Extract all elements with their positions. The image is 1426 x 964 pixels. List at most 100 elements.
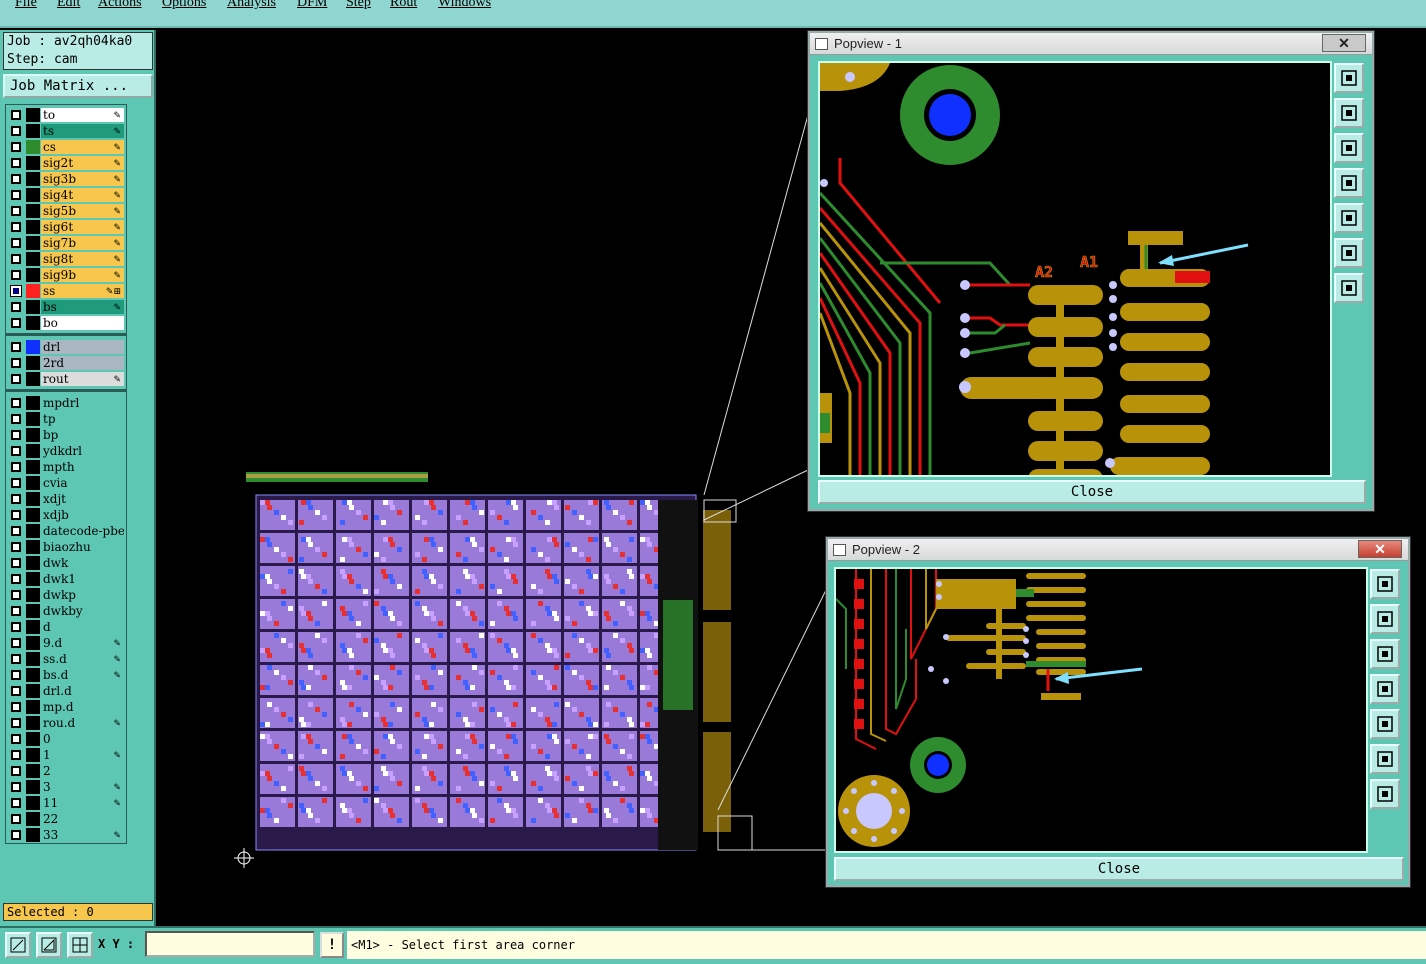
layer-checkbox[interactable] — [11, 374, 21, 384]
layer-color-swatch[interactable] — [26, 188, 40, 202]
layer-color-swatch[interactable] — [26, 796, 40, 810]
layer-color-swatch[interactable] — [26, 636, 40, 650]
layer-color-swatch[interactable] — [26, 604, 40, 618]
layer-row-1[interactable]: 1 ✎ — [6, 747, 126, 763]
layer-color-swatch[interactable] — [26, 668, 40, 682]
layer-row-dwk1[interactable]: dwk1 — [6, 571, 126, 587]
layer-checkbox[interactable] — [11, 462, 21, 472]
layer-color-swatch[interactable] — [26, 588, 40, 602]
pan-down-button[interactable] — [1370, 639, 1400, 669]
layer-row-22[interactable]: 22 — [6, 811, 126, 827]
layer-checkbox[interactable] — [11, 542, 21, 552]
layer-row-biaozhu[interactable]: biaozhu — [6, 539, 126, 555]
layer-row-11[interactable]: 11 ✎ — [6, 795, 126, 811]
layer-name[interactable]: 3 ✎ — [41, 780, 124, 794]
layer-name[interactable]: sig6t ✎ — [41, 220, 124, 234]
layer-color-swatch[interactable] — [26, 204, 40, 218]
layer-row-mpth[interactable]: mpth — [6, 459, 126, 475]
layer-color-swatch[interactable] — [26, 652, 40, 666]
layer-name[interactable]: rout ✎ — [41, 372, 124, 386]
layer-color-swatch[interactable] — [26, 172, 40, 186]
layer-checkbox[interactable] — [11, 142, 21, 152]
layer-row-drl[interactable]: drl — [6, 339, 126, 355]
menu-actions[interactable]: Actions — [98, 0, 142, 11]
layer-color-swatch[interactable] — [26, 572, 40, 586]
layer-row-bo[interactable]: bo — [6, 315, 126, 331]
layer-name[interactable]: sig3b ✎ — [41, 172, 124, 186]
layer-name[interactable]: ydkdrl — [41, 444, 124, 458]
layer-row-sig4t[interactable]: sig4t ✎ — [6, 187, 126, 203]
layer-row-ts[interactable]: ts ✎ — [6, 123, 126, 139]
menu-step[interactable]: Step — [346, 0, 371, 11]
layer-color-swatch[interactable] — [26, 156, 40, 170]
layer-row-sig6t[interactable]: sig6t ✎ — [6, 219, 126, 235]
layer-checkbox[interactable] — [11, 174, 21, 184]
layer-name[interactable]: to ✎ — [41, 108, 124, 122]
layer-row-rout[interactable]: rout ✎ — [6, 371, 126, 387]
menu-analysis[interactable]: Analysis — [227, 0, 276, 11]
popview-1-close-icon[interactable]: ✕ — [1322, 34, 1366, 52]
layer-checkbox[interactable] — [11, 606, 21, 616]
layer-color-swatch[interactable] — [26, 372, 40, 386]
layer-row-sig3b[interactable]: sig3b ✎ — [6, 171, 126, 187]
layer-row-sig2t[interactable]: sig2t ✎ — [6, 155, 126, 171]
menu-rout[interactable]: Rout — [390, 0, 417, 11]
layer-row-dwk[interactable]: dwk — [6, 555, 126, 571]
layer-checkbox[interactable] — [11, 702, 21, 712]
layer-checkbox[interactable] — [11, 734, 21, 744]
layer-name[interactable]: sig2t ✎ — [41, 156, 124, 170]
layer-row-bp[interactable]: bp — [6, 427, 126, 443]
layer-color-swatch[interactable] — [26, 476, 40, 490]
layer-row-bs[interactable]: bs ✎ — [6, 299, 126, 315]
layer-color-swatch[interactable] — [26, 764, 40, 778]
popview-2-close-icon[interactable]: ✕ — [1358, 540, 1402, 558]
layer-row-to[interactable]: to ✎ — [6, 107, 126, 123]
zoom-home-button[interactable] — [1370, 569, 1400, 599]
layer-name[interactable]: dwkp — [41, 588, 124, 602]
layer-name[interactable]: 2 — [41, 764, 124, 778]
layer-checkbox[interactable] — [11, 238, 21, 248]
layer-row-dwkp[interactable]: dwkp — [6, 587, 126, 603]
layer-name[interactable]: mp.d — [41, 700, 124, 714]
layer-name[interactable]: 1 ✎ — [41, 748, 124, 762]
layer-color-swatch[interactable] — [26, 140, 40, 154]
layer-name[interactable]: 0 — [41, 732, 124, 746]
layer-row-datecode-pbe[interactable]: datecode-pbe — [6, 523, 126, 539]
layer-checkbox[interactable] — [11, 782, 21, 792]
layer-color-swatch[interactable] — [26, 396, 40, 410]
pan-right-button[interactable] — [1370, 709, 1400, 739]
layer-name[interactable]: ss ✎⊞ — [41, 284, 124, 298]
zoom-in-button[interactable] — [1334, 238, 1364, 268]
layer-name[interactable]: datecode-pbe — [41, 524, 124, 538]
zoom-area-button[interactable] — [5, 932, 31, 958]
layer-color-swatch[interactable] — [26, 252, 40, 266]
layer-name[interactable]: 9.d ✎ — [41, 636, 124, 650]
popview-2-view[interactable] — [834, 567, 1368, 853]
zoom-out-button[interactable] — [1370, 779, 1400, 809]
layer-name[interactable]: dwkby — [41, 604, 124, 618]
layer-row-9-d[interactable]: 9.d ✎ — [6, 635, 126, 651]
layer-color-swatch[interactable] — [26, 300, 40, 314]
layer-color-swatch[interactable] — [26, 524, 40, 538]
layer-checkbox[interactable] — [11, 222, 21, 232]
layer-row-dwkby[interactable]: dwkby — [6, 603, 126, 619]
layer-color-swatch[interactable] — [26, 236, 40, 250]
layer-row-tp[interactable]: tp — [6, 411, 126, 427]
layer-row-ss[interactable]: ss ✎⊞ — [6, 283, 126, 299]
layer-checkbox[interactable] — [11, 398, 21, 408]
layer-checkbox[interactable] — [11, 686, 21, 696]
layer-name[interactable]: rou.d ✎ — [41, 716, 124, 730]
layer-name[interactable]: mpth — [41, 460, 124, 474]
layer-color-swatch[interactable] — [26, 556, 40, 570]
layer-name[interactable]: xdjt — [41, 492, 124, 506]
layer-name[interactable]: d — [41, 620, 124, 634]
layer-name[interactable]: biaozhu — [41, 540, 124, 554]
layer-color-swatch[interactable] — [26, 108, 40, 122]
pan-right-button[interactable] — [1334, 203, 1364, 233]
layer-name[interactable]: dwk1 — [41, 572, 124, 586]
layer-checkbox[interactable] — [11, 126, 21, 136]
layer-checkbox[interactable] — [11, 254, 21, 264]
layer-checkbox[interactable] — [11, 110, 21, 120]
grid-button[interactable] — [67, 932, 93, 958]
layer-row-2[interactable]: 2 — [6, 763, 126, 779]
